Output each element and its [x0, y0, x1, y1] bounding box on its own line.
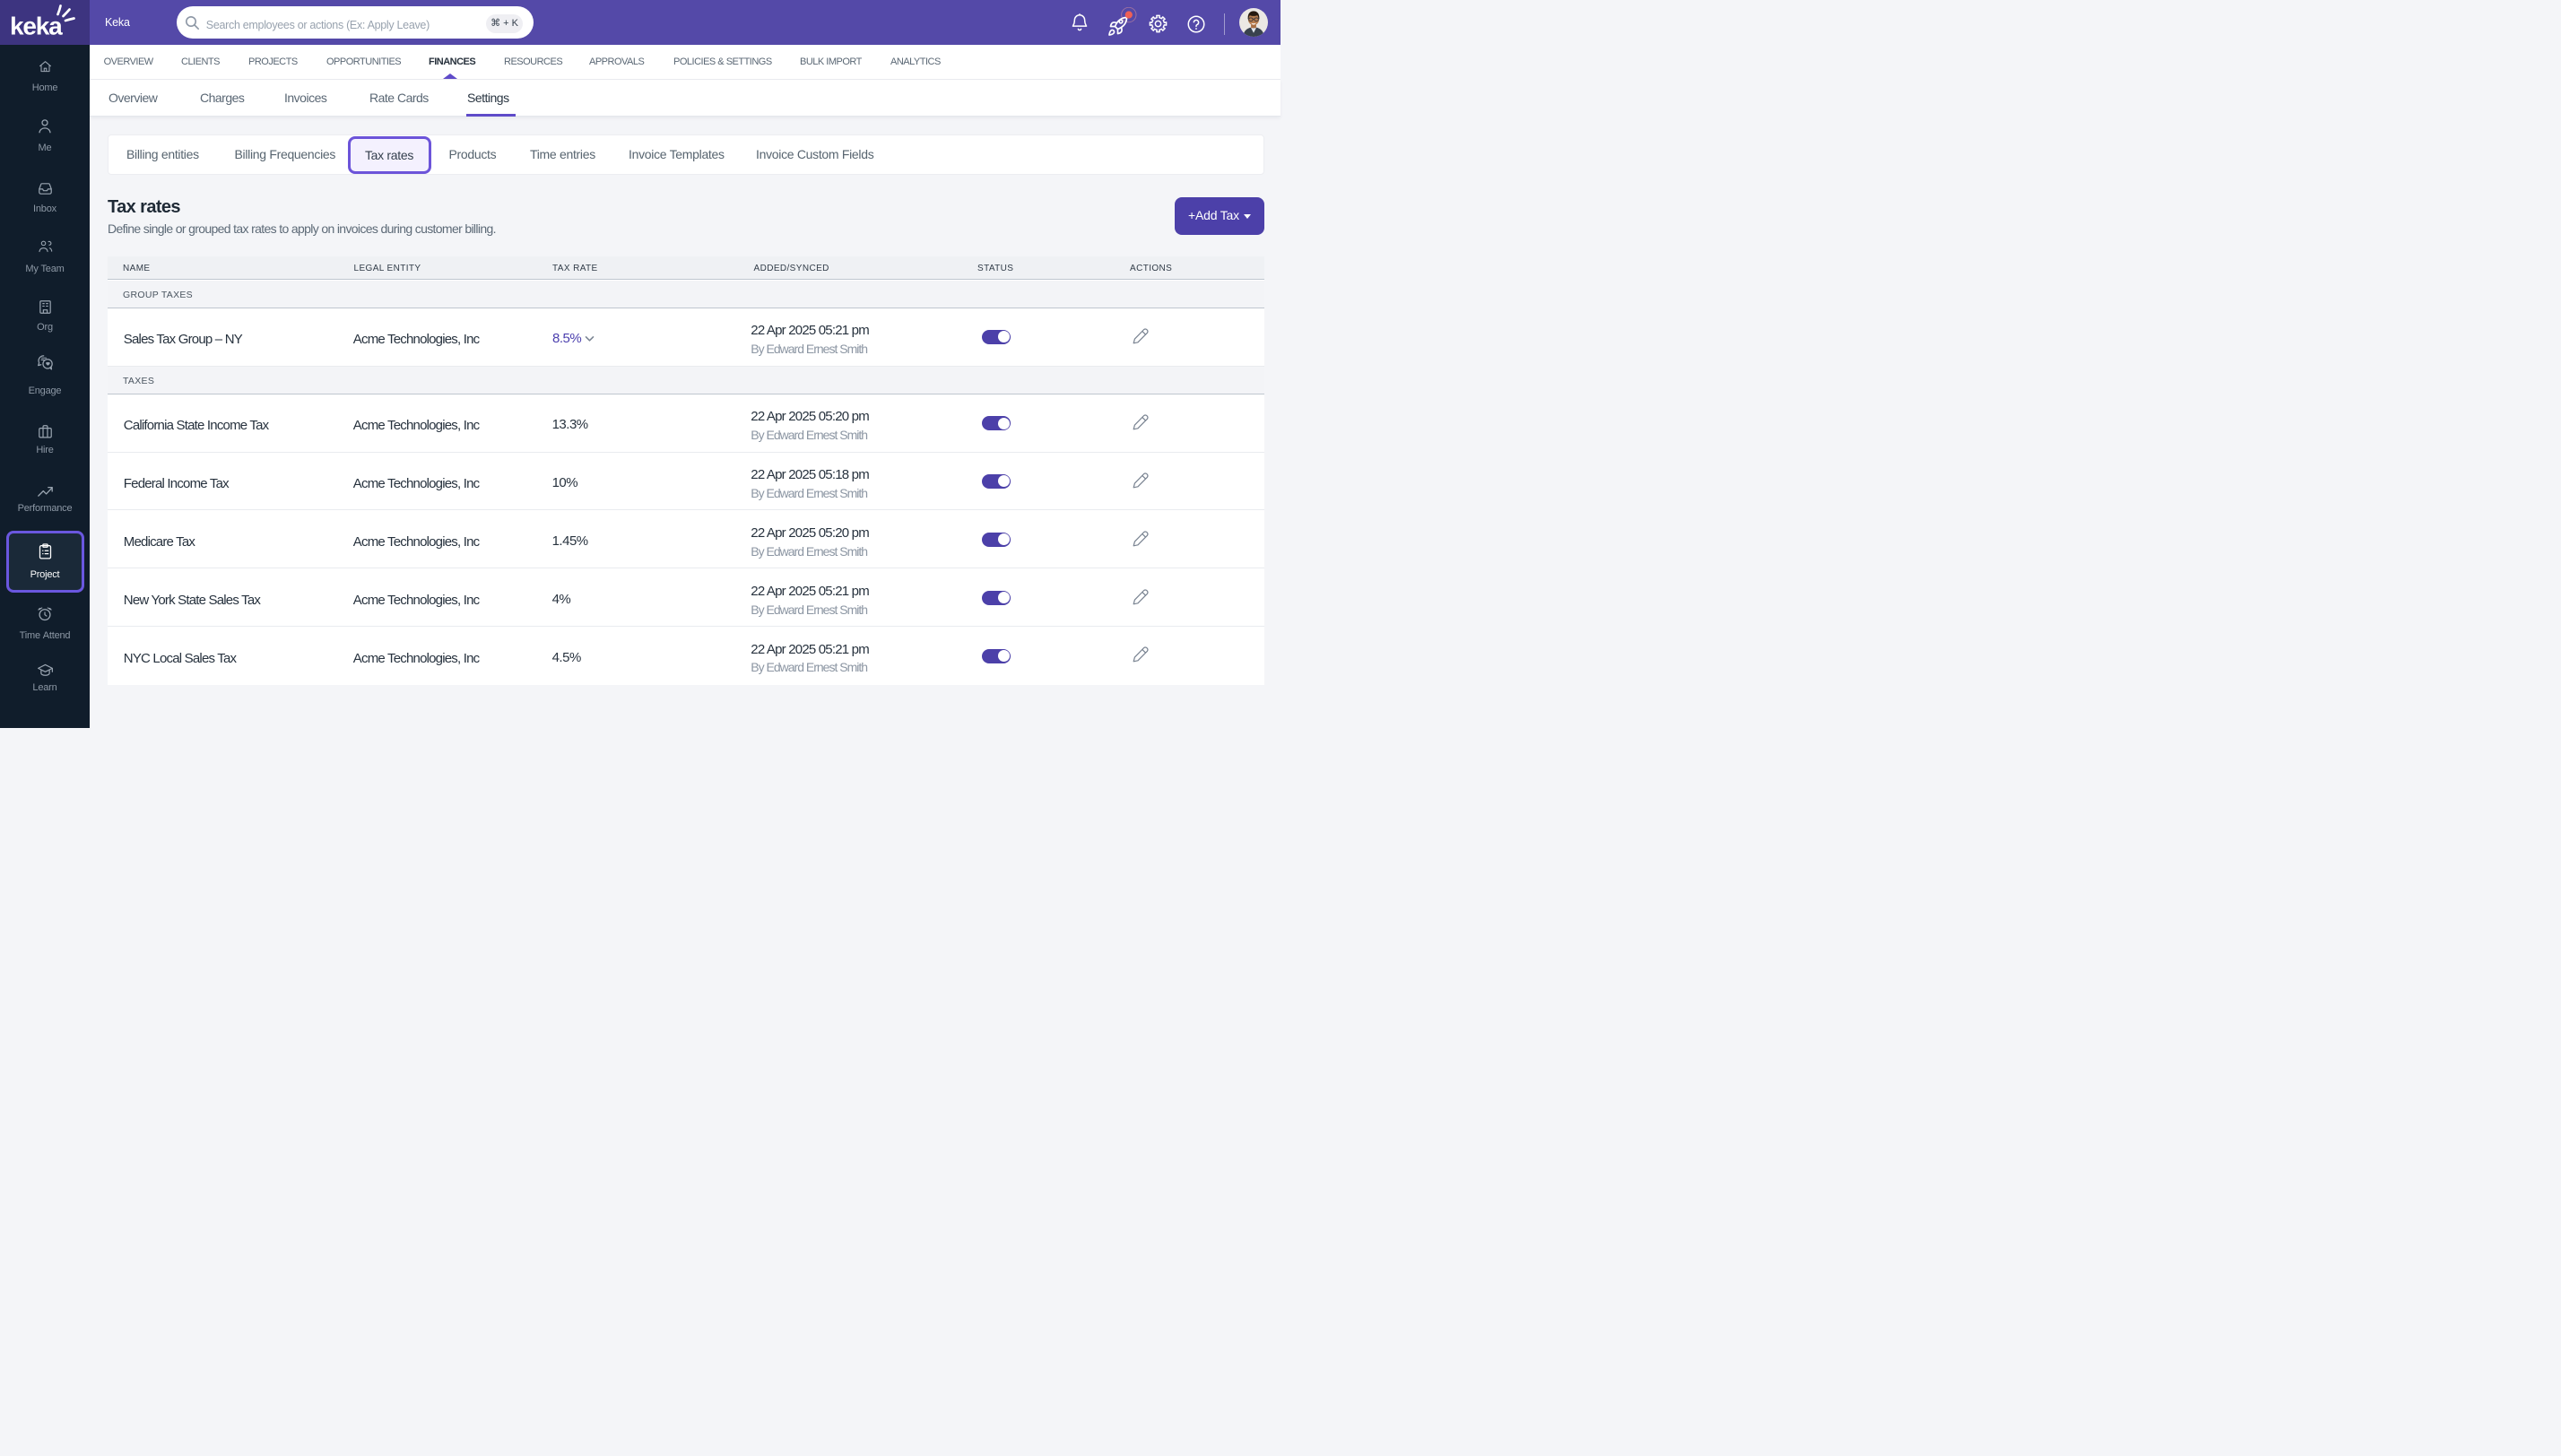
- svg-text:keka: keka: [10, 13, 63, 40]
